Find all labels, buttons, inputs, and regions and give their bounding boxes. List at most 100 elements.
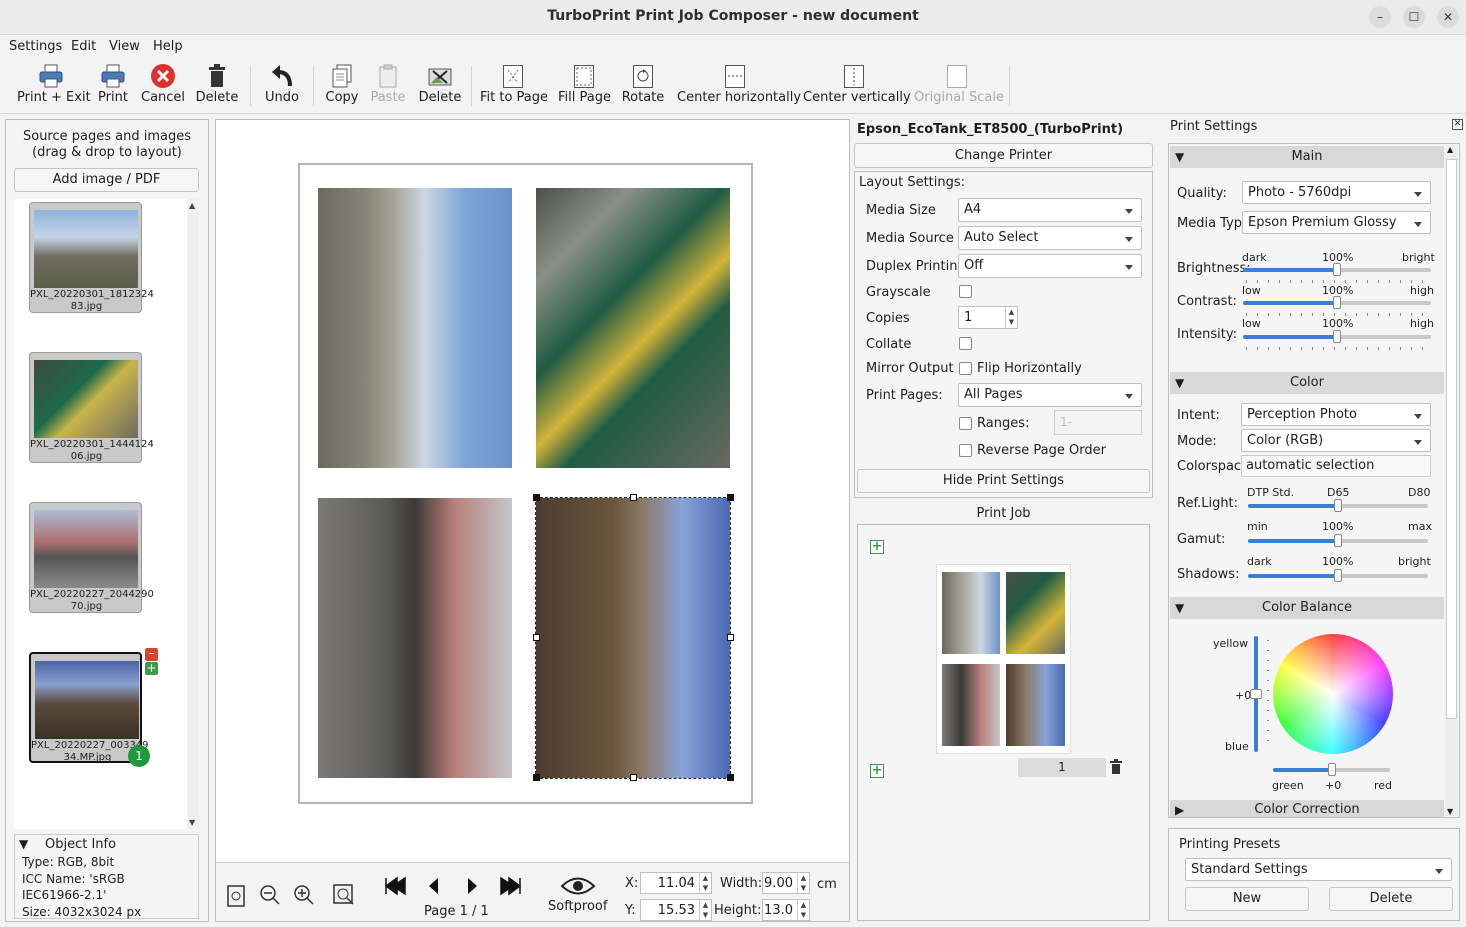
zoom-out-icon[interactable]	[258, 883, 282, 911]
first-page-icon[interactable]	[383, 876, 407, 900]
center-horizontally-button[interactable]: Center horizontally	[677, 62, 801, 112]
fill-page-button[interactable]: Fill Page	[558, 62, 611, 112]
paste-button[interactable]: Paste	[368, 62, 408, 112]
new-preset-button[interactable]: New	[1185, 887, 1309, 911]
duplex-select[interactable]: Off	[958, 254, 1142, 278]
settings-scrollbar[interactable]: ▲ ▼	[1445, 145, 1458, 816]
undo-button[interactable]: Undo	[262, 62, 302, 112]
reflight-slider[interactable]	[1248, 499, 1428, 512]
preset-select[interactable]: Standard Settings	[1185, 858, 1452, 881]
menu-view[interactable]: View	[109, 39, 140, 54]
source-thumbnail[interactable]: PXL_20220227_2044290 70.jpg	[29, 502, 154, 613]
quality-select[interactable]: Photo - 5760dpi	[1242, 181, 1431, 204]
minimize-button[interactable]: –	[1369, 6, 1391, 28]
add-image-button[interactable]: Add image / PDF	[14, 168, 199, 192]
gamut-slider[interactable]	[1248, 534, 1428, 547]
selection-handle[interactable]	[533, 494, 540, 501]
y-position-field[interactable]: 15.53 ▲ ▼	[640, 899, 712, 921]
reflight-max-label: D80	[1408, 486, 1431, 499]
center-vertically-button[interactable]: Center vertically	[803, 62, 911, 112]
intent-select[interactable]: Perception Photo	[1241, 403, 1431, 426]
print-job-page-thumbnail[interactable]	[936, 564, 1071, 754]
add-page-before-icon[interactable]: +	[870, 540, 884, 554]
height-field[interactable]: 13.0 ▲ ▼	[762, 899, 810, 921]
slider-ticks	[1267, 640, 1269, 750]
reverse-order-checkbox[interactable]	[959, 444, 972, 457]
print-pages-select[interactable]: All Pages	[958, 383, 1142, 407]
colorspace-field[interactable]: automatic selection	[1241, 455, 1431, 477]
original-scale-button[interactable]: Original Scale	[914, 62, 1004, 112]
selection-handle[interactable]	[533, 634, 540, 641]
add-page-after-icon[interactable]: +	[870, 764, 884, 778]
last-page-icon[interactable]	[499, 876, 523, 900]
next-page-icon[interactable]	[466, 876, 480, 900]
hide-print-settings-button[interactable]: Hide Print Settings	[857, 469, 1150, 493]
close-panel-icon[interactable]: ✕	[1452, 119, 1463, 130]
menu-help[interactable]: Help	[153, 39, 183, 54]
cancel-button[interactable]: Cancel	[141, 62, 185, 112]
green-red-slider[interactable]	[1273, 763, 1390, 776]
ranges-checkbox[interactable]	[959, 417, 972, 430]
source-scrollbar[interactable]: ▲ ▼	[187, 199, 199, 829]
brightness-slider[interactable]	[1243, 263, 1431, 276]
shadows-slider[interactable]	[1248, 569, 1428, 582]
x-position-field[interactable]: 11.04 ▲ ▼	[640, 872, 712, 894]
media-type-select[interactable]: Epson Premium Glossy	[1242, 211, 1431, 234]
color-section-header[interactable]: ▼ Color	[1170, 372, 1444, 394]
layout-photo-street[interactable]	[318, 498, 512, 778]
menu-edit[interactable]: Edit	[71, 39, 96, 54]
add-icon[interactable]: +	[145, 662, 158, 675]
layout-photo-bus[interactable]	[536, 188, 730, 468]
print-button[interactable]: Print	[95, 62, 131, 112]
intensity-slider[interactable]	[1243, 330, 1431, 343]
source-thumbnail[interactable]: PXL_20220301_1444124 06.jpg	[29, 352, 154, 463]
zoom-fit-icon[interactable]	[332, 883, 356, 911]
flip-horizontally-checkbox[interactable]	[959, 362, 972, 375]
delete-item-button[interactable]: Delete	[416, 62, 464, 112]
rotate-button[interactable]: Rotate	[620, 62, 666, 112]
layout-photo-church-selected[interactable]	[535, 497, 731, 779]
grayscale-checkbox[interactable]	[959, 285, 972, 298]
zoom-in-icon[interactable]	[292, 883, 316, 911]
selection-handle[interactable]	[727, 634, 734, 641]
softproof-toggle[interactable]: Softproof	[548, 899, 607, 914]
print-exit-button[interactable]: Print + Exit	[17, 62, 91, 112]
collate-checkbox[interactable]	[959, 337, 972, 350]
selection-handle[interactable]	[630, 494, 637, 501]
delete-button[interactable]: Delete	[195, 62, 239, 112]
selection-handle[interactable]	[727, 774, 734, 781]
delete-preset-button[interactable]: Delete	[1329, 887, 1453, 911]
contrast-slider[interactable]	[1243, 296, 1431, 309]
color-balance-section-header[interactable]: ▼ Color Balance	[1170, 597, 1444, 619]
maximize-button[interactable]: ☐	[1403, 6, 1425, 28]
main-section-header[interactable]: ▼ Main	[1170, 146, 1444, 168]
mode-select[interactable]: Color (RGB)	[1241, 429, 1431, 452]
color-correction-section-header[interactable]: ▶ Color Correction	[1170, 800, 1444, 817]
copies-field[interactable]: 1 ▲ ▼	[958, 306, 1018, 329]
ranges-input[interactable]: 1-	[1054, 410, 1142, 435]
source-thumbnail-selected[interactable]: PXL_20220227_003349 34.MP.jpg	[29, 652, 149, 763]
source-thumbnail[interactable]: PXL_20220301_1812324 83.jpg	[29, 202, 154, 313]
change-printer-button[interactable]: Change Printer	[854, 143, 1153, 168]
previous-page-icon[interactable]	[426, 876, 440, 900]
yellow-blue-slider[interactable]	[1250, 636, 1262, 752]
width-field[interactable]: 9.00 ▲ ▼	[762, 872, 810, 894]
toolbar-separator	[471, 66, 472, 106]
selection-handle[interactable]	[630, 774, 637, 781]
layout-canvas[interactable]	[215, 119, 850, 922]
selection-handle[interactable]	[727, 494, 734, 501]
collapse-triangle-icon[interactable]: ▼	[19, 837, 28, 851]
media-size-select[interactable]: A4	[958, 198, 1142, 222]
close-button[interactable]: ✕	[1437, 6, 1459, 28]
selection-handle[interactable]	[533, 774, 540, 781]
copy-button[interactable]: Copy	[322, 62, 362, 112]
color-wheel[interactable]	[1273, 634, 1393, 754]
layout-photo-mountain[interactable]	[318, 188, 512, 468]
eye-icon[interactable]	[560, 875, 596, 901]
fit-to-page-button[interactable]: Fit to Page	[480, 62, 548, 112]
page-view-icon[interactable]	[224, 883, 248, 911]
trash-icon[interactable]	[1110, 759, 1122, 778]
media-source-select[interactable]: Auto Select	[958, 226, 1142, 250]
menu-settings[interactable]: Settings	[9, 39, 62, 54]
remove-icon[interactable]: –	[145, 647, 158, 661]
